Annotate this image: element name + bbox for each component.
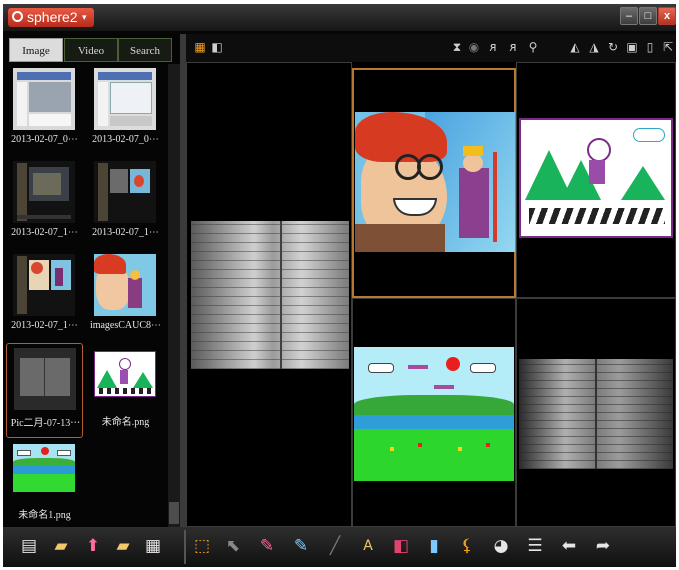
viewer-cell[interactable]	[186, 62, 352, 527]
app-window-thumb-icon	[94, 161, 156, 223]
notebook-image	[191, 221, 349, 369]
pen-red-icon[interactable]: ✎	[255, 533, 279, 559]
flip-mirror-icon[interactable]: ◮	[587, 40, 601, 54]
tab-search[interactable]: Search	[118, 38, 172, 62]
highlighter-icon[interactable]: ▮	[422, 533, 446, 559]
viewer-cell[interactable]	[516, 298, 676, 527]
thumbnail-item[interactable]: 未命名1.png	[6, 436, 83, 531]
slide-thumb-icon	[94, 68, 156, 130]
image-viewer-grid	[186, 62, 676, 527]
notebook-thumb-icon	[14, 348, 76, 410]
thumbnail-item[interactable]: 未命名.png	[87, 343, 164, 438]
notebook-image	[519, 359, 673, 469]
scenery-drawing	[354, 347, 514, 481]
select-pointer-icon[interactable]: ⬚	[190, 533, 214, 559]
maximize-button[interactable]: □	[639, 7, 657, 25]
share-icon[interactable]: ⇱	[661, 40, 675, 54]
stamp-icon[interactable]: ◧	[389, 533, 413, 559]
tab-image[interactable]: Image	[9, 38, 63, 62]
thumbnail-caption: 2013-02-07_1⋯	[11, 320, 78, 331]
rotate-icon[interactable]: ↻	[606, 40, 620, 54]
viewer-cell[interactable]	[516, 62, 676, 298]
app-window-thumb-icon	[13, 254, 75, 316]
thumbnail-item[interactable]: 2013-02-07_1⋯	[6, 250, 83, 345]
thumbnail-caption: imagesCAUC8⋯	[89, 320, 162, 331]
cartoon-face-thumb-icon	[94, 254, 156, 316]
close-button[interactable]: x	[658, 7, 676, 25]
drawing-thumb-icon	[13, 444, 75, 492]
app-title: sphere2	[27, 9, 78, 25]
thumbnail-caption: 2013-02-07_1⋯	[11, 227, 78, 238]
thumbnail-item[interactable]: 2013-02-07_1⋯	[6, 157, 83, 252]
thumbnail-item[interactable]: 2013-02-07_0⋯	[87, 64, 164, 159]
hourglass-icon[interactable]: ⧗	[450, 40, 464, 54]
cartoon-portrait-image	[355, 112, 515, 252]
thumbnail-caption: 未命名.png	[101, 417, 150, 428]
stick-figure-drawing	[519, 118, 673, 238]
thumbnail-caption: 2013-02-07_0⋯	[11, 134, 78, 145]
viewer-cell[interactable]	[352, 298, 516, 527]
thumbnail-grid: 2013-02-07_0⋯ 2013-02-07_0⋯ 2013-02-07_1…	[3, 64, 166, 527]
app-window-thumb-icon	[13, 161, 75, 223]
import-icon[interactable]: ▤	[17, 533, 41, 559]
bottom-toolbar: ▤ ▰ ⬆ ▰ ▦ ⬚ ⬉ ✎ ✎ ╱ A ◧ ▮ ⚸ ◕ ☰ ⬅ ➦	[3, 527, 676, 567]
tab-video[interactable]: Video	[64, 38, 118, 62]
drawing-thumb-icon	[94, 351, 156, 397]
minimize-button[interactable]: –	[620, 7, 638, 25]
title-bar: sphere2 ▾ – □ x	[3, 4, 676, 31]
list-icon[interactable]: ☰	[523, 533, 547, 559]
line-icon[interactable]: ╱	[323, 533, 347, 559]
thumbnail-item[interactable]: imagesCAUC8⋯	[87, 250, 164, 345]
pen-blue-icon[interactable]: ✎	[289, 533, 313, 559]
split-view-icon[interactable]: ◧	[210, 40, 224, 54]
thumbnail-item[interactable]: 2013-02-07_1⋯	[87, 157, 164, 252]
sphere-logo-icon	[12, 11, 23, 22]
scrollbar-thumb[interactable]	[169, 502, 179, 524]
thumbnail-caption: Pic二月-07-13⋯	[10, 418, 81, 429]
zoom-icon[interactable]: ⚲	[526, 40, 540, 54]
chevron-down-icon: ▾	[82, 12, 87, 22]
thumbnail-item[interactable]: Pic二月-07-13⋯	[6, 343, 83, 438]
library-scrollbar[interactable]	[168, 64, 180, 527]
person-icon[interactable]: ᴙ	[486, 40, 500, 54]
fit-icon[interactable]: ▣	[625, 40, 639, 54]
grid-view-icon[interactable]: ▦	[193, 40, 207, 54]
app-menu-button[interactable]: sphere2 ▾	[8, 8, 94, 27]
flip-icon[interactable]: ◭	[568, 40, 582, 54]
text-icon[interactable]: A	[356, 533, 380, 559]
library-tabs: Image Video Search	[9, 38, 172, 62]
redo-icon[interactable]: ➦	[591, 533, 615, 559]
thumbnail-caption: 2013-02-07_1⋯	[92, 227, 159, 238]
view-toolbar: ▦ ◧ ⧗ ◉ ᴙ ᴙ ⚲ ◭ ◮ ↻ ▣ ▯ ⇱	[186, 34, 676, 62]
slide-thumb-icon	[13, 68, 75, 130]
broom-icon[interactable]: ⚸	[455, 533, 479, 559]
thumbnail-caption: 2013-02-07_0⋯	[92, 134, 159, 145]
screen-capture-icon[interactable]: ◉	[467, 40, 481, 54]
upload-arrow-icon[interactable]: ⬆	[81, 533, 105, 559]
viewer-cell-selected[interactable]	[352, 68, 516, 298]
folder-icon[interactable]: ▰	[49, 533, 73, 559]
person-icon[interactable]: ᴙ	[506, 40, 520, 54]
area-select-icon[interactable]: ⬉	[221, 533, 245, 559]
toolbar-separator	[184, 530, 186, 564]
new-folder-icon[interactable]: ▰	[111, 533, 135, 559]
thumbnail-caption: 未命名1.png	[18, 510, 71, 521]
undo-icon[interactable]: ⬅	[557, 533, 581, 559]
export-file-icon[interactable]: ▯	[643, 40, 657, 54]
media-library-panel: Image Video Search 2013-02-07_0⋯ 2013-02…	[3, 34, 180, 527]
app-window: sphere2 ▾ – □ x Image Video Search 2013-…	[3, 4, 676, 567]
palette-icon[interactable]: ◕	[489, 533, 513, 559]
thumbnail-item[interactable]: 2013-02-07_0⋯	[6, 64, 83, 159]
note-icon[interactable]: ▦	[141, 533, 165, 559]
